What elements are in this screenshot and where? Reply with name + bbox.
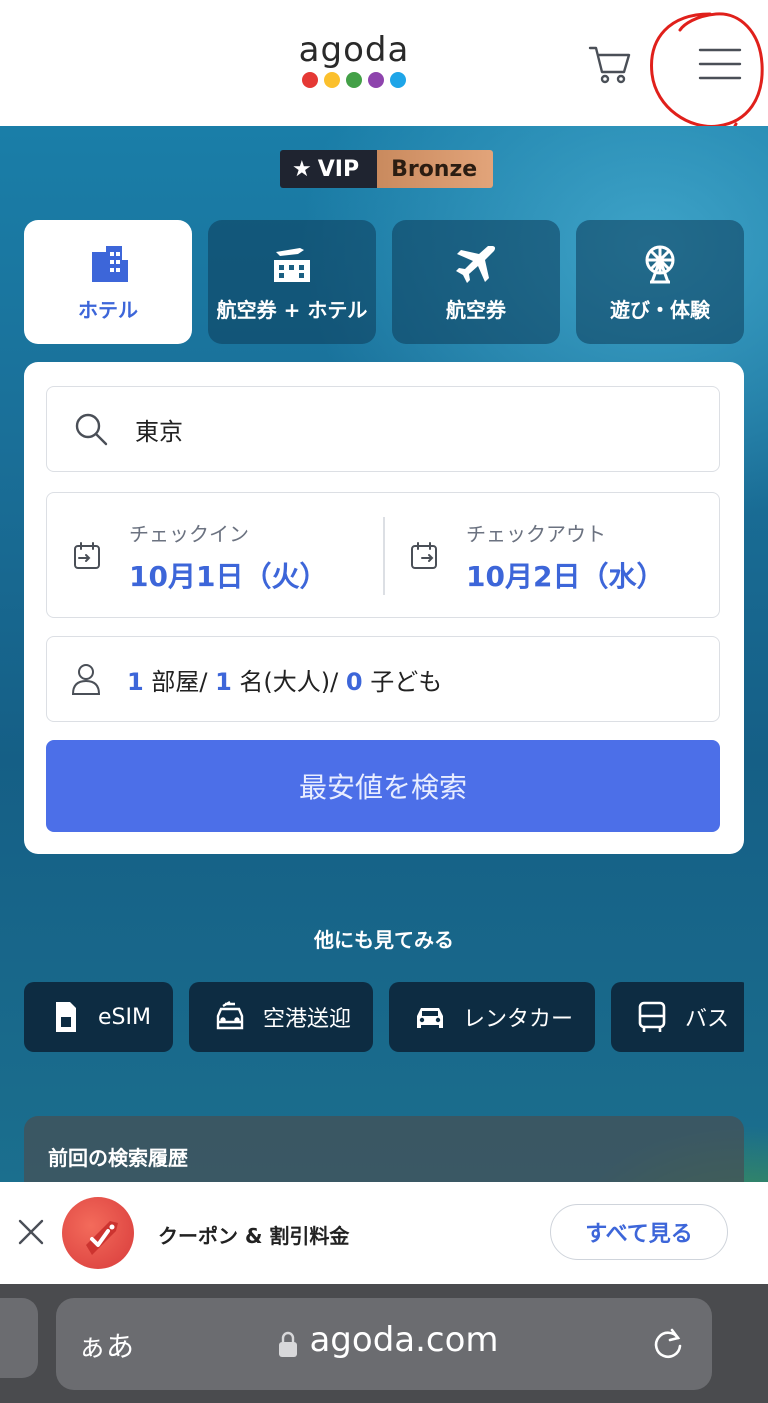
chip-label: バス bbox=[685, 1007, 730, 1032]
hotel-icon bbox=[92, 245, 128, 282]
product-tabs: ホテル 航空券 + ホテル 航空券 遊び・体験 bbox=[24, 220, 744, 344]
reload-icon[interactable] bbox=[650, 1326, 686, 1362]
checkout-value: 10月2日（水） bbox=[466, 559, 665, 593]
checkin-label: チェックイン bbox=[129, 521, 249, 546]
children-count: 0 bbox=[345, 667, 363, 696]
tab-activities[interactable]: 遊び・体験 bbox=[576, 220, 744, 344]
coupon-text: クーポン & 割引料金 bbox=[158, 1224, 350, 1248]
chip-label: 空港送迎 bbox=[262, 1007, 351, 1032]
url-value: agoda.com bbox=[309, 1320, 499, 1360]
taxi-icon bbox=[216, 1000, 244, 1030]
logo-dot-blue bbox=[390, 72, 406, 88]
calendar-checkin-icon bbox=[74, 542, 100, 569]
agoda-logo[interactable]: agoda bbox=[298, 32, 410, 88]
chip-label: レンタカー bbox=[463, 1007, 574, 1032]
vip-tier: Bronze bbox=[377, 150, 494, 188]
search-button[interactable]: 最安値を検索 bbox=[46, 740, 720, 832]
date-field: チェックイン 10月1日（火） チェックアウト 10月2日（水） bbox=[46, 492, 720, 618]
chip-bus[interactable]: バス bbox=[611, 982, 744, 1052]
logo-text: agoda bbox=[298, 30, 410, 70]
calendar-checkout-icon bbox=[411, 542, 437, 569]
checkin-value: 10月1日（火） bbox=[129, 559, 328, 593]
rooms-label: 部屋/ bbox=[151, 667, 208, 696]
tab-label: ホテル bbox=[78, 297, 138, 322]
cart-icon[interactable] bbox=[588, 44, 632, 84]
previous-tab-preview[interactable] bbox=[0, 1298, 38, 1378]
airplane-icon bbox=[456, 245, 496, 283]
chip-esim[interactable]: eSIM bbox=[24, 982, 173, 1052]
vip-text: VIP bbox=[317, 156, 360, 182]
search-card: 東京 チェックイン 10月1日（火） チェックアウト 10月2日（水） 1 部屋… bbox=[24, 362, 744, 854]
browser-bar: ぁあ agoda.com bbox=[0, 1284, 768, 1403]
destination-field[interactable]: 東京 bbox=[46, 386, 720, 472]
recent-searches-title: 前回の検索履歴 bbox=[48, 1146, 188, 1170]
logo-dot-red bbox=[302, 72, 318, 88]
chip-airport-transfer[interactable]: 空港送迎 bbox=[188, 982, 373, 1052]
url-text: agoda.com bbox=[56, 1320, 712, 1360]
tab-flights[interactable]: 航空券 bbox=[392, 220, 560, 344]
destination-value: 東京 bbox=[135, 417, 183, 446]
sim-card-icon bbox=[56, 1002, 76, 1032]
search-icon bbox=[75, 413, 108, 446]
flight-hotel-icon bbox=[274, 247, 310, 282]
tab-label: 航空券 bbox=[446, 297, 506, 322]
more-chips: eSIM 空港送迎 レンタカー バス bbox=[24, 982, 744, 1052]
star-icon: ★ bbox=[292, 156, 312, 182]
checkout-label: チェックアウト bbox=[466, 521, 606, 546]
tab-label: 遊び・体験 bbox=[610, 297, 710, 322]
children-label: 子ども bbox=[370, 667, 443, 696]
tab-label: 航空券 + ホテル bbox=[216, 297, 368, 322]
close-icon[interactable] bbox=[16, 1217, 46, 1247]
tab-hotel[interactable]: ホテル bbox=[24, 220, 192, 344]
guests-summary: 1 部屋/ 1 名(大人)/ 0 子ども bbox=[127, 662, 442, 697]
chip-rental-car[interactable]: レンタカー bbox=[389, 982, 596, 1052]
logo-dots bbox=[298, 72, 410, 88]
bus-icon bbox=[638, 1001, 666, 1032]
ferris-wheel-icon bbox=[645, 245, 675, 283]
address-bar[interactable]: ぁあ agoda.com bbox=[56, 1298, 712, 1390]
adults-label: 名(大人)/ bbox=[239, 667, 339, 696]
vip-badge[interactable]: ★ VIP Bronze bbox=[280, 150, 494, 188]
tab-flight-hotel[interactable]: 航空券 + ホテル bbox=[208, 220, 376, 344]
car-icon bbox=[417, 1008, 443, 1028]
top-header: agoda bbox=[0, 0, 768, 144]
logo-dot-purple bbox=[368, 72, 384, 88]
checkout-field[interactable]: チェックアウト 10月2日（水） bbox=[384, 493, 720, 619]
coupon-tag-icon bbox=[62, 1197, 134, 1269]
logo-dot-green bbox=[346, 72, 362, 88]
more-title: 他にも見てみる bbox=[314, 928, 454, 952]
checkin-field[interactable]: チェックイン 10月1日（火） bbox=[47, 493, 383, 619]
coupon-banner: クーポン & 割引料金 すべて見る bbox=[0, 1182, 768, 1284]
guests-field[interactable]: 1 部屋/ 1 名(大人)/ 0 子ども bbox=[46, 636, 720, 722]
logo-dot-yellow bbox=[324, 72, 340, 88]
vip-label: ★ VIP bbox=[280, 150, 378, 188]
chip-label: eSIM bbox=[98, 1004, 151, 1030]
rooms-count: 1 bbox=[127, 667, 144, 696]
person-icon bbox=[71, 664, 101, 695]
see-all-button[interactable]: すべて見る bbox=[550, 1204, 728, 1260]
adults-count: 1 bbox=[215, 667, 232, 696]
